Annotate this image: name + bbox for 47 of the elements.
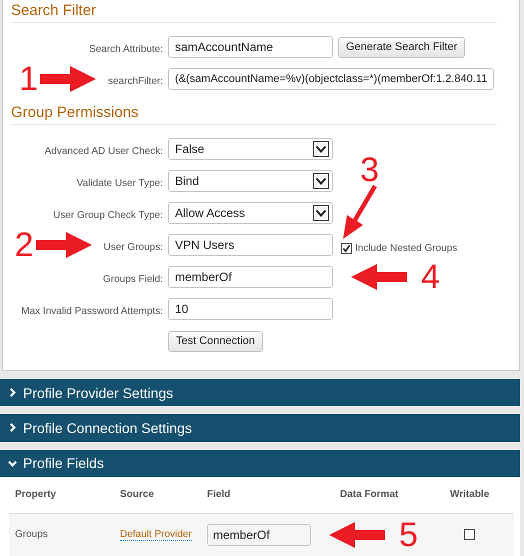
annotation-arrow (329, 522, 385, 548)
panel-header[interactable]: Profile Connection Settings (0, 414, 520, 442)
column-header: Data Format (340, 489, 400, 500)
section-title: Group Permissions (11, 104, 497, 125)
field-label: Groups Field: (102, 272, 163, 284)
dropdown[interactable]: Bind (168, 170, 333, 192)
annotation-number: 3 (360, 154, 379, 184)
test-connection-button[interactable]: Test Connection (168, 330, 263, 352)
column-header: Writable (450, 489, 490, 500)
input-field[interactable]: samAccountName (168, 36, 333, 58)
panel-header[interactable]: Profile Fields (0, 450, 520, 477)
annotation-number: 4 (421, 262, 440, 292)
column-header: Field (207, 489, 232, 500)
checkbox-label: Include Nested Groups (355, 242, 458, 254)
checkbox[interactable] (464, 529, 475, 540)
annotation-number: 2 (14, 230, 34, 260)
panel-header[interactable]: Profile Provider Settings (0, 379, 520, 406)
field-label: Max Invalid Password Attempts: (21, 304, 163, 316)
column-header: Property (15, 489, 58, 500)
field-label: searchFilter: (108, 74, 163, 86)
annotation-arrow (36, 232, 92, 258)
field-label: Search Attribute: (89, 42, 163, 54)
annotation-number: 1 (19, 64, 38, 94)
checkbox[interactable] (341, 242, 352, 254)
source-link[interactable]: Default Provider (120, 528, 192, 541)
section-title: Search Filter (11, 2, 497, 23)
dropdown[interactable]: False (168, 138, 333, 160)
chevron-icon (8, 458, 17, 468)
generate-button[interactable]: Generate Search Filter (338, 36, 466, 58)
input-field[interactable]: (&(samAccountName=%v)(objectclass=*)(memberOf:1.2.840.11 (168, 68, 494, 90)
input-field[interactable]: 10 (168, 298, 333, 320)
field-label: User Group Check Type: (53, 208, 163, 220)
annotation-arrow (341, 184, 379, 240)
input-field[interactable]: memberOf (168, 266, 333, 288)
input-field[interactable]: VPN Users (168, 234, 333, 256)
field-label: Advanced AD User Check: (44, 144, 163, 156)
annotation-arrow (351, 264, 407, 290)
input-field[interactable]: memberOf (207, 524, 311, 546)
chevron-icon (8, 423, 17, 432)
dropdown[interactable]: Allow Access (168, 202, 333, 224)
chevron-icon (8, 388, 17, 398)
annotation-arrow (40, 66, 96, 92)
field-label: User Groups: (104, 240, 163, 252)
table-cell-text: Groups (15, 529, 49, 540)
annotation-number: 5 (399, 520, 418, 550)
field-label: Validate User Type: (76, 176, 163, 188)
column-header: Source (120, 489, 155, 500)
